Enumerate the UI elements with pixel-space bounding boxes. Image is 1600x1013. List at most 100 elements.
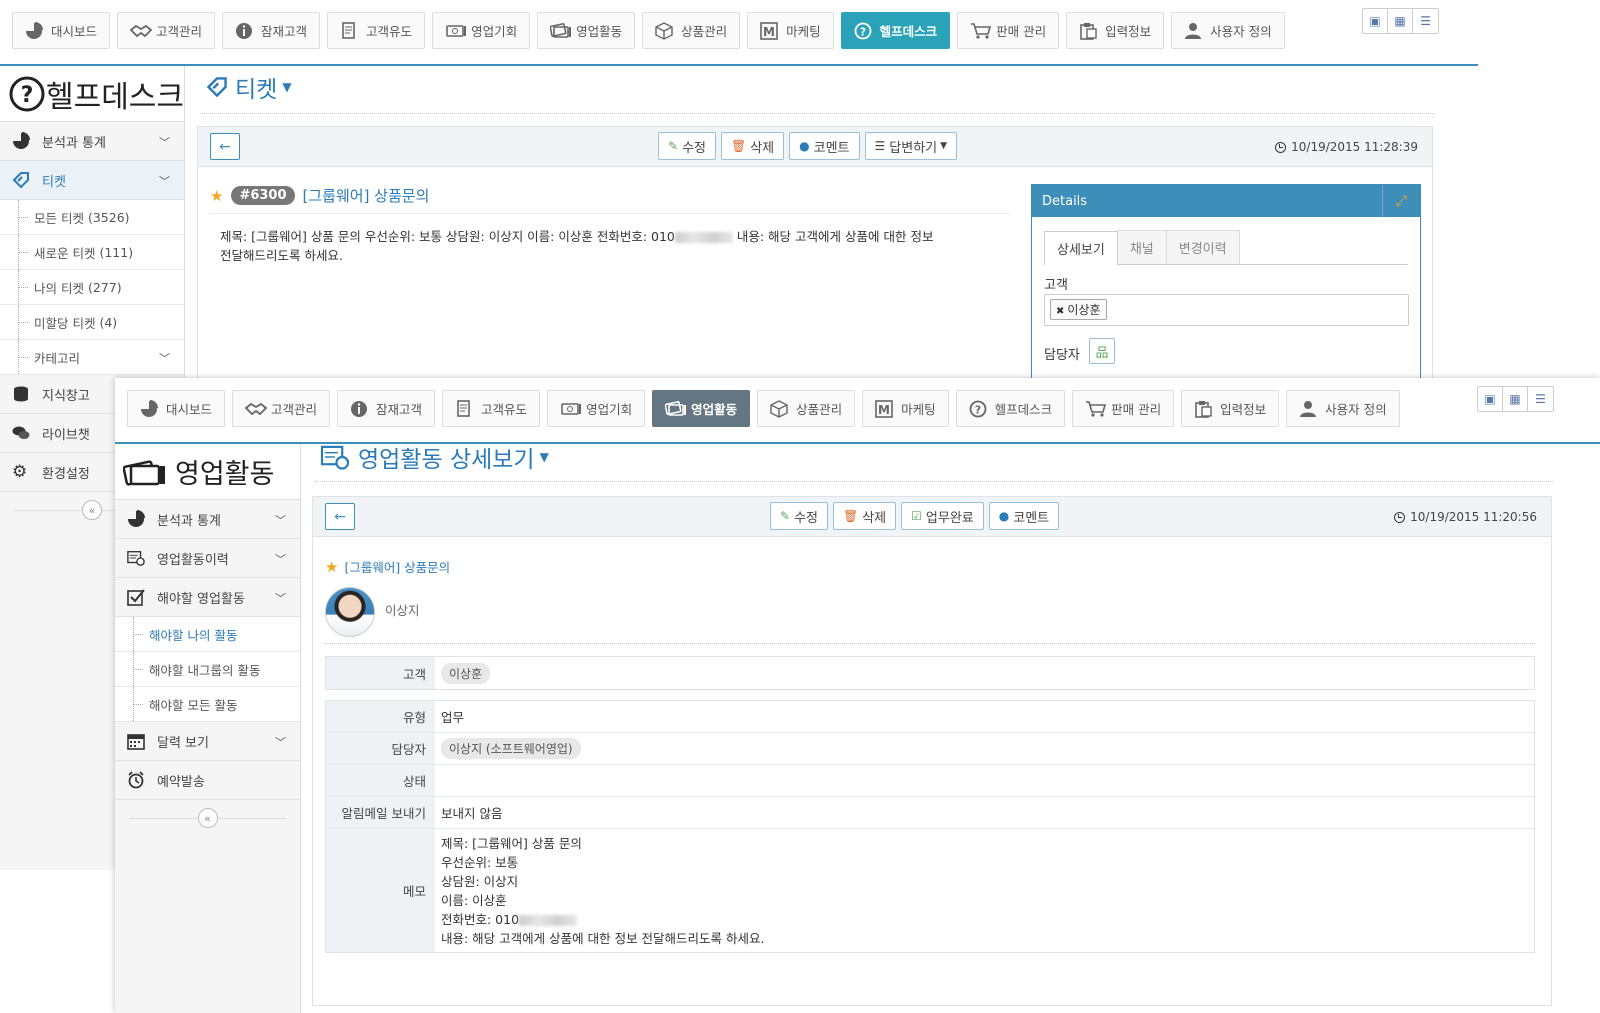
- nav-handshake[interactable]: 고객관리: [232, 390, 331, 427]
- list-view-icon[interactable]: ☰: [1413, 9, 1438, 33]
- help-icon: ?: [9, 76, 45, 111]
- nav-m-logo[interactable]: M 마케팅: [747, 12, 834, 49]
- nav-info[interactable]: 잠재고객: [222, 12, 321, 49]
- edit-button[interactable]: ✎ 수정: [770, 502, 828, 530]
- customer-field[interactable]: ✖ 이상훈: [1044, 294, 1409, 326]
- nav-user[interactable]: 사용자 정의: [1286, 390, 1400, 427]
- nav-box[interactable]: 상품관리: [642, 12, 741, 49]
- page-title-text: 티켓: [235, 77, 278, 103]
- edit-button[interactable]: ✎ 수정: [658, 132, 716, 160]
- details-header: Details ⤢: [1032, 185, 1420, 217]
- nav-money[interactable]: 영업기회: [547, 390, 646, 427]
- sub-label: 해야할 모든 활동: [149, 697, 238, 713]
- sidebar-sub-all-tickets[interactable]: 모든 티켓 (3526): [0, 200, 184, 235]
- nav-clipboard[interactable]: 입력정보: [1066, 12, 1165, 49]
- nav-cart[interactable]: 판매 관리: [1072, 390, 1175, 427]
- alarm-clock-icon: [128, 771, 144, 789]
- nav-money-stack[interactable]: 영업활동: [537, 12, 636, 49]
- money-icon: [560, 400, 582, 418]
- money-stack-icon: [664, 400, 687, 418]
- sidebar-sub-category[interactable]: 카테고리 ﹀: [0, 340, 184, 375]
- sidebar-sub-new-tickets[interactable]: 새로운 티켓 (111): [0, 235, 184, 270]
- database-icon: [14, 386, 28, 402]
- divider: [210, 213, 1010, 214]
- grid-view-icon[interactable]: ▦: [1388, 9, 1413, 33]
- body-text: 전달해드리도록 하세요.: [220, 248, 343, 263]
- nav-label: 헬프데스크: [879, 24, 938, 39]
- single-view-icon[interactable]: ▣: [1478, 387, 1503, 411]
- nav-document[interactable]: 고객유도: [442, 390, 541, 427]
- page-title[interactable]: 영업활동 상세보기 ▼: [320, 440, 549, 474]
- nav-label: 고객유도: [481, 402, 528, 417]
- gear-icon: ⚙: [12, 462, 28, 482]
- clipboard-icon: [1194, 400, 1214, 418]
- page-title[interactable]: 티켓 ▼: [205, 70, 292, 104]
- customer-tag[interactable]: ✖ 이상훈: [1050, 299, 1107, 320]
- nav-clipboard[interactable]: 입력정보: [1181, 390, 1280, 427]
- comment-button[interactable]: ● 코멘트: [988, 502, 1060, 530]
- nav-info[interactable]: 잠재고객: [337, 390, 436, 427]
- sidebar-item-todo[interactable]: 해야할 영업활동 ﹀: [115, 578, 300, 617]
- sidebar-item-analytics[interactable]: 분석과 통계 ﹀: [0, 122, 184, 161]
- ticket-panel: ← ✎ 수정 🗑 삭제 ● 코멘트 ☰ 답변하기 ▼ 10/19/2015 11:28:3…: [197, 126, 1433, 386]
- comment-icon: ●: [998, 509, 1010, 523]
- org-chart-icon[interactable]: 品: [1089, 338, 1115, 364]
- nav-money-stack[interactable]: 영업활동: [652, 390, 751, 427]
- nav-box[interactable]: 상품관리: [757, 390, 856, 427]
- assignee-tag[interactable]: 이상지 (소프트웨어영업): [441, 738, 581, 759]
- customer-tag[interactable]: 이상훈: [441, 662, 491, 684]
- customer-table: 고객 이상훈: [325, 656, 1535, 690]
- ticket-icon: [206, 77, 227, 98]
- button-label: 코멘트: [1013, 510, 1050, 526]
- nav-m-logo[interactable]: M 마케팅: [862, 390, 949, 427]
- delete-button[interactable]: 🗑 삭제: [720, 132, 785, 160]
- back-button[interactable]: ←: [210, 133, 240, 160]
- nav-cart[interactable]: 판매 관리: [957, 12, 1060, 49]
- star-icon[interactable]: ★: [325, 558, 338, 576]
- back-button[interactable]: ←: [325, 503, 355, 530]
- activity-subject[interactable]: [그룹웨어] 상품문의: [344, 557, 450, 576]
- sidebar-item-ticket[interactable]: 티켓 ﹀: [0, 161, 184, 200]
- expand-icon[interactable]: ⤢: [1382, 185, 1420, 217]
- star-icon[interactable]: ★: [210, 187, 223, 205]
- grid-view-icon[interactable]: ▦: [1503, 387, 1528, 411]
- reply-dropdown-button[interactable]: ☰ 답변하기 ▼: [864, 132, 958, 160]
- comment-button[interactable]: ● 코멘트: [789, 132, 860, 160]
- sidebar-sub-my-tickets[interactable]: 나의 티켓 (277): [0, 270, 184, 305]
- sidebar-sub-my-activities[interactable]: 해야할 나의 활동: [115, 617, 300, 652]
- arrow-left-icon: ←: [334, 508, 346, 525]
- sidebar-item-calendar[interactable]: 달력 보기 ﹀: [115, 722, 300, 761]
- nav-user[interactable]: 사용자 정의: [1171, 12, 1285, 49]
- nav-label: 마케팅: [901, 402, 936, 417]
- tab-detail[interactable]: 상세보기: [1044, 231, 1118, 265]
- nav-money[interactable]: 영업기회: [432, 12, 531, 49]
- remove-icon[interactable]: ✖: [1056, 306, 1064, 317]
- comment-icon: ●: [799, 139, 810, 153]
- sidebar-sub-unassigned[interactable]: 미할당 티켓 (4): [0, 305, 184, 340]
- complete-task-button[interactable]: ☑ 업무완료: [901, 502, 984, 530]
- sidebar-sub-all-activities[interactable]: 해야할 모든 활동: [115, 687, 300, 722]
- nav-pie-chart[interactable]: 대시보드: [12, 12, 111, 49]
- sidebar-item-history[interactable]: 영업활동이력 ﹀: [115, 539, 300, 578]
- single-view-icon[interactable]: ▣: [1363, 9, 1388, 33]
- nav-help[interactable]: ? 헬프데스크: [840, 12, 951, 49]
- tab-channel[interactable]: 채널: [1116, 230, 1167, 264]
- panel-toolbar: ← ✎ 수정 🗑 삭제 ☑ 업무완료 ● 코멘트 10/19/2015 11:20:56: [313, 497, 1551, 537]
- user-icon: [1184, 22, 1204, 40]
- nav-document[interactable]: 고객유도: [327, 12, 426, 49]
- nav-label: 판매 관리: [996, 24, 1047, 39]
- sidebar-item-label: 분석과 통계: [157, 513, 221, 529]
- collapse-icon[interactable]: «: [82, 500, 102, 520]
- sidebar-item-scheduled-send[interactable]: 예약발송: [115, 761, 300, 800]
- collapse-icon[interactable]: «: [197, 808, 218, 828]
- nav-pie-chart[interactable]: 대시보드: [127, 390, 226, 427]
- list-view-icon[interactable]: ☰: [1528, 387, 1553, 411]
- count-badge: (4): [99, 314, 118, 330]
- delete-button[interactable]: 🗑 삭제: [832, 502, 897, 530]
- memo-line: 이름: 이상훈: [441, 892, 507, 908]
- nav-handshake[interactable]: 고객관리: [117, 12, 216, 49]
- nav-help[interactable]: ? 헬프데스크: [955, 390, 1066, 427]
- tab-history[interactable]: 변경이력: [1165, 230, 1240, 264]
- sidebar-item-analytics[interactable]: 분석과 통계 ﹀: [115, 500, 300, 539]
- sidebar-sub-group-activities[interactable]: 해야할 내그룹의 활동: [115, 652, 300, 687]
